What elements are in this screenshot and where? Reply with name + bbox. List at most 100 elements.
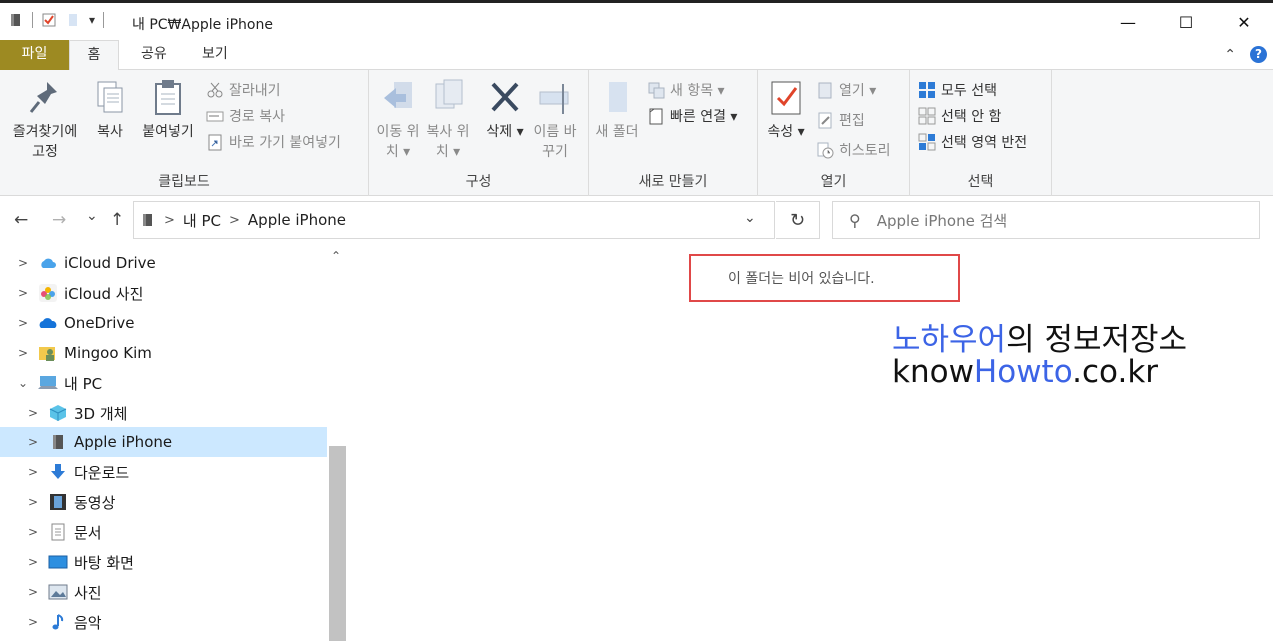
tree-item-this-pc[interactable]: ⌄ 내 PC (0, 368, 327, 398)
expand-chevron-icon[interactable]: > (26, 406, 40, 420)
expand-chevron-icon[interactable]: > (26, 615, 40, 629)
tab-home[interactable]: 홈 (69, 40, 119, 71)
rename-button[interactable]: 이름 바꾸기 (531, 78, 579, 162)
help-icon[interactable]: ? (1250, 46, 1267, 63)
tree-item-icloud-drive[interactable]: > iCloud Drive (0, 248, 327, 278)
tab-file[interactable]: 파일 (0, 40, 69, 70)
new-folder-button[interactable]: 새 폴더 (595, 78, 639, 142)
expand-chevron-icon[interactable]: > (26, 435, 40, 449)
tree-item-desktop[interactable]: > 바탕 화면 (0, 547, 327, 577)
maximize-button[interactable]: ☐ (1157, 3, 1215, 41)
rename-icon (539, 84, 569, 114)
nav-pane-scrollbar[interactable]: ⌃ (327, 246, 348, 641)
properties-icon[interactable] (41, 12, 57, 28)
music-note-icon (52, 614, 64, 630)
expand-chevron-icon[interactable]: > (16, 286, 30, 300)
easy-access-button[interactable]: 빠른 연결 ▾ (647, 106, 737, 126)
search-box[interactable]: ⚲ Apple iPhone 검색 (832, 201, 1260, 239)
copy-path-button[interactable]: 경로 복사 (206, 106, 285, 126)
tree-item-label: 음악 (74, 613, 102, 632)
paste-shortcut-button[interactable]: 바로 가기 붙여넣기 (206, 132, 341, 152)
ribbon-collapse-icon[interactable]: ⌃ (1224, 47, 1236, 63)
separator (103, 12, 105, 28)
edit-button[interactable]: 편집 (816, 110, 865, 130)
tree-item-music[interactable]: > 음악 (0, 607, 327, 637)
separator (32, 12, 33, 28)
address-bar[interactable]: > 내 PC > Apple iPhone (133, 201, 775, 239)
open-label: 열기 ▾ (839, 83, 877, 99)
tab-view[interactable]: 보기 (182, 40, 248, 70)
expand-chevron-icon[interactable]: > (26, 465, 40, 479)
new-item-button[interactable]: 새 항목 ▾ (647, 80, 725, 100)
new-folder-icon (609, 82, 627, 112)
tree-item-label: 3D 개체 (74, 404, 128, 423)
breadcrumb-separator[interactable]: > (164, 213, 175, 228)
new-folder-icon[interactable] (65, 12, 81, 28)
clipboard-group: 즐겨찾기에 고정 복사 붙여넣기 잘라내기 경로 복사 바로 가기 붙여넣기 클… (0, 70, 369, 196)
tree-item-3d-objects[interactable]: > 3D 개체 (0, 398, 327, 428)
breadcrumb-apple-iphone[interactable]: Apple iPhone (248, 211, 346, 229)
tree-item-downloads[interactable]: > 다운로드 (0, 457, 327, 487)
breadcrumb-separator[interactable]: > (229, 213, 240, 228)
scroll-thumb[interactable] (329, 446, 346, 641)
expand-chevron-icon[interactable]: > (16, 256, 30, 270)
history-button[interactable]: 히스토리 (816, 140, 891, 160)
watermark-line-1: 노하우어의 정보저장소 (892, 314, 1187, 359)
tree-item-onedrive[interactable]: > OneDrive (0, 308, 327, 338)
download-icon (51, 464, 65, 479)
up-button[interactable]: ↑ (110, 210, 124, 230)
properties-button[interactable]: 속성 ▾ (764, 78, 808, 142)
document-icon (51, 523, 65, 541)
desktop-icon (48, 555, 68, 569)
expand-chevron-icon[interactable]: > (26, 495, 40, 509)
delete-button[interactable]: 삭제 ▾ (481, 78, 529, 142)
expand-chevron-icon[interactable]: > (26, 525, 40, 539)
invert-selection-button[interactable]: 선택 영역 반전 (918, 132, 1027, 152)
new-item-icon (648, 82, 665, 99)
tree-item-user-folder[interactable]: > Mingoo Kim (0, 338, 327, 368)
file-list-pane[interactable]: 이 폴더는 비어 있습니다. 노하우어의 정보저장소 knowHowto.co.… (348, 246, 1273, 641)
tree-item-apple-iphone[interactable]: > Apple iPhone (0, 427, 327, 457)
copy-button[interactable]: 복사 (90, 78, 130, 142)
cut-button[interactable]: 잘라내기 (206, 80, 281, 100)
watermark-line-2: knowHowto.co.kr (892, 354, 1158, 390)
expand-chevron-icon[interactable]: > (26, 585, 40, 599)
navigation-bar: ← → ⌄ ↑ > 내 PC > Apple iPhone ⌄ ↻ ⚲ Appl… (0, 196, 1273, 246)
expand-chevron-icon[interactable]: > (26, 555, 40, 569)
select-none-button[interactable]: 선택 안 함 (918, 106, 1001, 126)
close-button[interactable]: ✕ (1215, 3, 1273, 41)
qat-dropdown-icon[interactable]: ▾ (89, 13, 95, 27)
edit-icon (818, 112, 832, 129)
expand-chevron-icon[interactable]: > (16, 316, 30, 330)
tree-item-label: Apple iPhone (74, 433, 173, 451)
watermark-text: 의 정보저장소 (1006, 322, 1188, 358)
properties-label: 속성 ▾ (767, 124, 805, 140)
scroll-up-icon[interactable]: ⌃ (331, 249, 341, 263)
refresh-button[interactable]: ↻ (776, 201, 820, 239)
forward-button[interactable]: → (52, 210, 66, 230)
minimize-button[interactable]: — (1099, 3, 1157, 41)
breadcrumb-this-pc[interactable]: 내 PC (183, 210, 221, 231)
copy-to-button[interactable]: 복사 위치 ▾ (425, 78, 471, 162)
tree-item-documents[interactable]: > 문서 (0, 517, 327, 547)
tree-item-pictures[interactable]: > 사진 (0, 577, 327, 607)
collapse-chevron-icon[interactable]: ⌄ (16, 376, 30, 390)
address-dropdown-button[interactable]: ⌄ (744, 210, 756, 226)
back-button[interactable]: ← (14, 210, 28, 230)
tree-item-label: Mingoo Kim (64, 344, 152, 362)
tree-item-icloud-photos[interactable]: > iCloud 사진 (0, 278, 327, 308)
select-group-label: 선택 (967, 174, 994, 190)
copy-to-icon (435, 79, 463, 109)
pin-to-quick-access-button[interactable]: 즐겨찾기에 고정 (6, 78, 84, 162)
tab-share[interactable]: 공유 (121, 40, 187, 70)
expand-chevron-icon[interactable]: > (16, 346, 30, 360)
move-to-button[interactable]: 이동 위치 ▾ (375, 78, 421, 162)
select-all-button[interactable]: 모두 선택 (918, 80, 997, 100)
open-button[interactable]: 열기 ▾ (816, 80, 876, 100)
tree-item-videos[interactable]: > 동영상 (0, 487, 327, 517)
recent-locations-button[interactable]: ⌄ (86, 208, 98, 224)
paste-button[interactable]: 붙여넣기 (136, 78, 200, 142)
cut-label: 잘라내기 (229, 83, 281, 99)
pin-label: 즐겨찾기에 고정 (12, 124, 78, 160)
invert-selection-label: 선택 영역 반전 (941, 135, 1028, 151)
